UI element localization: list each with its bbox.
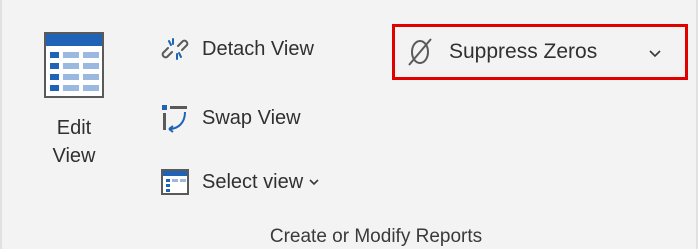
detach-view-button[interactable]: Detach View — [160, 34, 314, 64]
swap-view-label: Swap View — [202, 106, 301, 129]
edit-view-label-line2: View — [52, 145, 96, 167]
select-view-button[interactable]: Select view — [160, 167, 319, 197]
empty-set-icon — [405, 37, 435, 67]
detach-view-label: Detach View — [202, 37, 314, 60]
detach-link-icon — [160, 34, 190, 64]
select-view-label: Select view — [202, 170, 304, 193]
suppress-zeros-dropdown[interactable]: Suppress Zeros — [392, 24, 688, 80]
chevron-down-icon — [309, 178, 319, 186]
table-view-icon — [44, 32, 104, 103]
group-title: Create or Modify Reports — [269, 226, 483, 247]
edit-view-label: Edit View — [30, 114, 118, 170]
select-view-icon — [160, 167, 190, 197]
swap-view-button[interactable]: Swap View — [160, 103, 301, 133]
ribbon-group: Edit View Detach View Swap View Select v… — [0, 0, 698, 249]
edit-view-label-line1: Edit — [56, 117, 92, 139]
group-divider-left — [0, 0, 2, 249]
chevron-down-icon[interactable] — [649, 45, 661, 63]
suppress-zeros-label: Suppress Zeros — [449, 40, 598, 63]
edit-view-button[interactable]: Edit View — [30, 22, 118, 182]
swap-view-icon — [160, 103, 190, 133]
